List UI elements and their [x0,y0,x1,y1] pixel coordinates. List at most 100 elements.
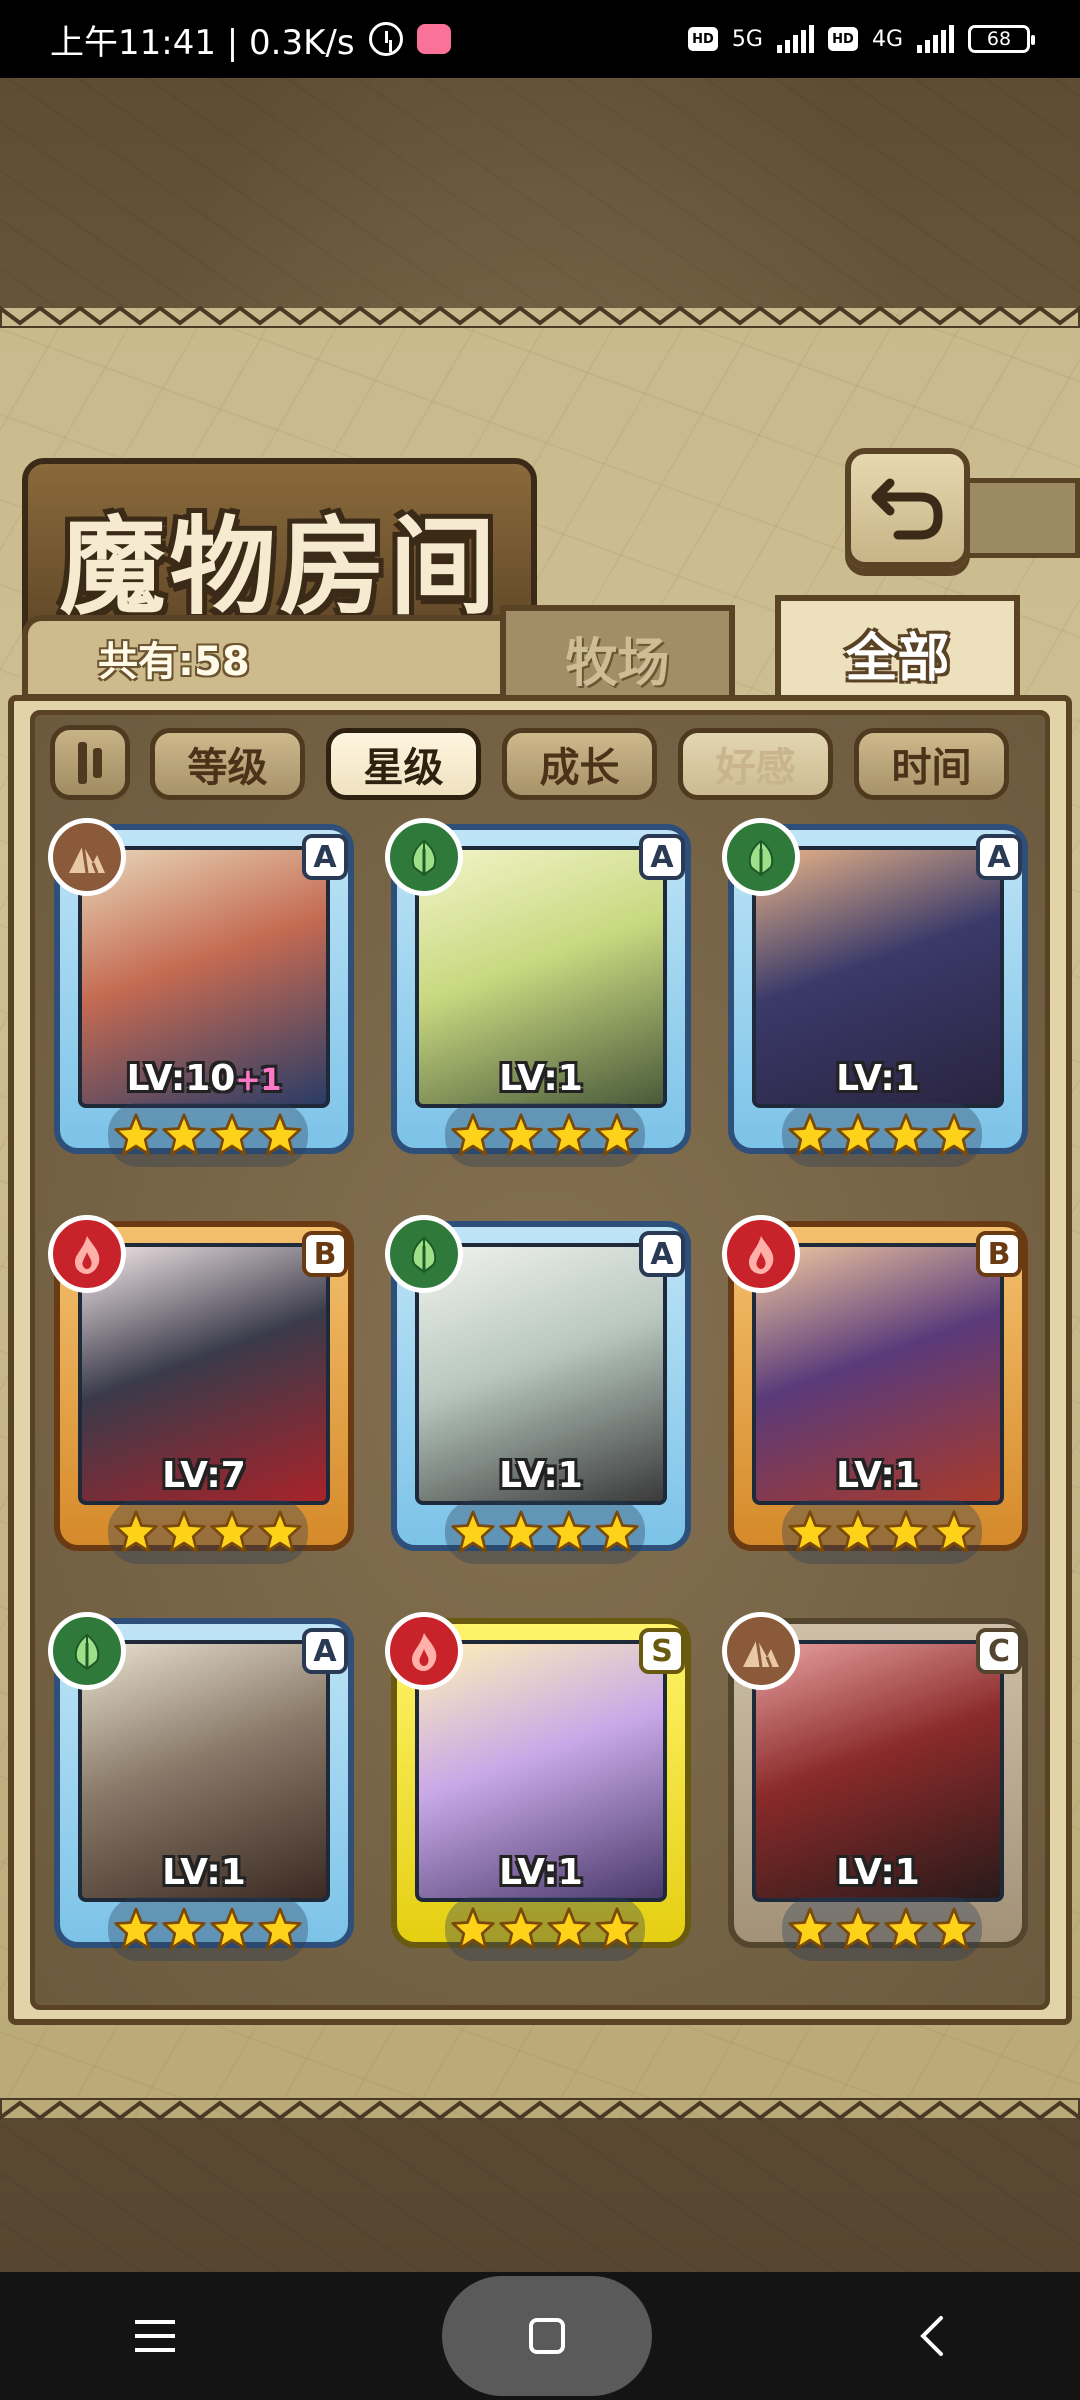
sort-time-button[interactable]: 时间 [854,728,1009,800]
monster-card[interactable]: A LV:10+1 [48,818,354,1173]
level-label: LV:1 [415,1455,667,1496]
star-icon [210,1113,254,1156]
star-icon [210,1907,254,1950]
fire-element-icon [385,1612,463,1690]
sort-order-toggle[interactable] [50,725,130,800]
battery-icon: 68 [968,25,1035,53]
star-rating [445,1500,645,1564]
level-value: LV:1 [499,1058,583,1099]
star-rating [445,1897,645,1961]
sort-time-label: 时间 [891,744,972,791]
monster-card[interactable]: B LV:1 [722,1215,1028,1570]
star-icon [162,1510,206,1553]
hd-icon: HD [827,27,858,51]
rank-badge: S [639,1628,685,1674]
back-button[interactable] [845,448,970,568]
rank-badge: C [976,1628,1022,1674]
leaf-element-icon [48,1612,126,1690]
star-rating [108,1897,308,1961]
star-icon [836,1113,880,1156]
level-label: LV:1 [752,1852,1004,1893]
home-button[interactable] [441,2276,652,2396]
page-title: 魔物房间 [59,504,500,629]
tab-all[interactable]: 全部 [775,595,1020,705]
alarm-icon [368,22,403,56]
monster-count-bar: 共有:58 [22,615,512,700]
star-icon [499,1907,543,1950]
sort-level-button[interactable]: 等级 [150,728,305,800]
level-label: LV:1 [415,1852,667,1893]
level-value: LV:1 [499,1455,583,1496]
sort-level-label: 等级 [187,744,268,791]
star-icon [499,1510,543,1553]
star-icon [595,1907,639,1950]
earth-element-icon [48,818,126,896]
star-icon [547,1907,591,1950]
rank-badge: A [976,834,1022,880]
network-4g-label: 4G [871,26,903,52]
rank-badge: A [639,834,685,880]
star-icon [547,1510,591,1553]
level-label: LV:1 [752,1058,1004,1099]
star-icon [451,1907,495,1950]
zigzag-border-bottom [0,2098,1080,2121]
sort-growth-button[interactable]: 成长 [502,728,657,800]
back-nav-icon[interactable] [917,2314,947,2358]
level-value: LV:1 [499,1852,583,1893]
star-icon [114,1510,158,1553]
monster-card[interactable]: A LV:1 [385,818,691,1173]
signal-icon [776,25,814,53]
monster-card[interactable]: A LV:1 [385,1215,691,1570]
rank-badge: A [302,834,348,880]
star-rating [108,1500,308,1564]
star-icon [788,1510,832,1553]
rank-badge: B [976,1231,1022,1277]
star-icon [451,1113,495,1156]
monster-card[interactable]: C LV:1 [722,1612,1028,1967]
star-icon [114,1907,158,1950]
star-icon [114,1113,158,1156]
star-icon [499,1113,543,1156]
star-rating [782,1500,982,1564]
earth-element-icon [722,1612,800,1690]
star-icon [932,1510,976,1553]
sort-star-button[interactable]: 星级 [326,728,481,800]
monster-card[interactable]: A LV:1 [48,1612,354,1967]
sort-order-icon [93,747,102,778]
star-rating [445,1103,645,1167]
leaf-element-icon [722,818,800,896]
sort-growth-label: 成长 [539,744,620,791]
status-time: 上午11:41 | 0.3K/s [50,22,355,63]
status-bar: 上午11:41 | 0.3K/s HD 5G HD 4G 68 [0,0,1080,78]
menu-icon[interactable] [133,2316,177,2356]
system-nav-bar [0,2272,1080,2400]
level-label: LV:1 [78,1852,330,1893]
tab-farm-label: 牧场 [565,632,670,694]
monster-card[interactable]: A LV:1 [722,818,1028,1173]
star-icon [932,1113,976,1156]
star-icon [836,1510,880,1553]
star-icon [451,1510,495,1553]
star-icon [162,1907,206,1950]
star-icon [258,1510,302,1553]
zigzag-border-top [0,305,1080,328]
star-rating [782,1103,982,1167]
hd-icon: HD [687,27,718,51]
star-icon [210,1510,254,1553]
star-icon [788,1113,832,1156]
leaf-element-icon [385,1215,463,1293]
tab-farm[interactable]: 牧场 [500,605,735,705]
star-icon [836,1907,880,1950]
level-value: LV:1 [836,1852,920,1893]
level-value: LV:1 [836,1455,920,1496]
rank-badge: A [639,1231,685,1277]
back-arrow-icon [871,478,942,540]
level-value: LV:1 [162,1852,246,1893]
level-bonus: +1 [235,1063,282,1098]
level-label: LV:10+1 [78,1058,330,1099]
monster-card[interactable]: B LV:7 [48,1215,354,1570]
star-icon [258,1907,302,1950]
level-value: LV:7 [162,1455,246,1496]
sort-affection-button[interactable]: 好感 [678,728,833,800]
monster-card[interactable]: S LV:1 [385,1612,691,1967]
